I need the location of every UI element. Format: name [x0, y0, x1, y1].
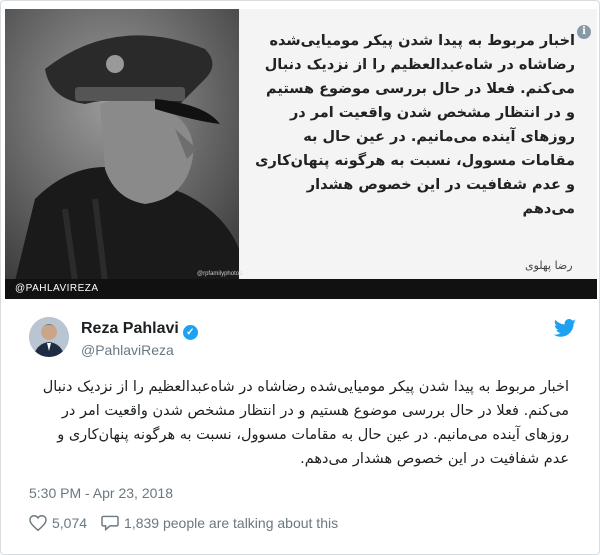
avatar[interactable]	[29, 317, 69, 357]
info-icon[interactable]: i	[577, 25, 591, 39]
tweet-body: Reza Pahlavi ✓ @PahlaviReza اخبار مربوط ب…	[13, 311, 589, 551]
heart-icon	[29, 515, 47, 531]
photo-credit: @rpfamilyphotos	[197, 271, 243, 277]
tweet-text: اخبار مربوط به پیدا شدن پیکر مومیایی‌شده…	[42, 379, 569, 467]
like-action[interactable]: 5,074	[29, 515, 87, 531]
author-screen-name[interactable]: @PahlaviReza	[81, 342, 174, 358]
speech-bubble-icon	[101, 515, 119, 531]
conversation-count: 1,839 people are talking about this	[124, 515, 339, 531]
author-name[interactable]: Reza Pahlavi ✓	[81, 320, 198, 340]
tweet-media-image[interactable]: @rpfamilyphotos اخبار مربوط به پیدا شدن …	[5, 9, 597, 299]
media-signature: رضا پهلوی	[525, 259, 573, 272]
verified-badge-icon: ✓	[182, 325, 198, 340]
reply-action[interactable]: 1,839 people are talking about this	[101, 515, 338, 531]
author-name-text[interactable]: Reza Pahlavi	[81, 320, 179, 337]
tweet-timestamp[interactable]: 5:30 PM - Apr 23, 2018	[29, 485, 173, 501]
twitter-bird-icon[interactable]	[553, 319, 577, 339]
tweet-actions: 5,074 1,839 people are talking about thi…	[29, 515, 352, 531]
media-quote-text: اخبار مربوط به پیدا شدن پیکر مومیایی‌شده…	[255, 33, 575, 217]
media-handle-bar: @PAHLAVIREZA	[5, 279, 597, 299]
portrait-photo	[5, 9, 239, 281]
embedded-tweet-card: @rpfamilyphotos اخبار مربوط به پیدا شدن …	[0, 0, 600, 555]
like-count: 5,074	[52, 515, 88, 531]
